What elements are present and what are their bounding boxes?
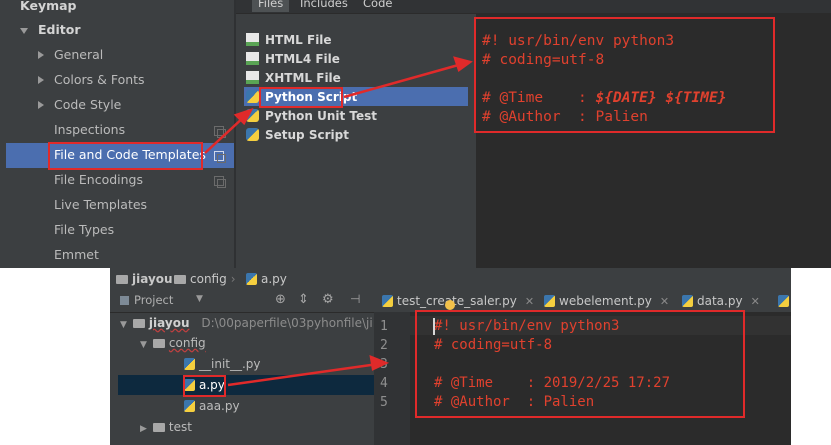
- annotation-arrow: [227, 362, 379, 387]
- annotation-arrow: [204, 115, 246, 154]
- annotation-arrow: [343, 62, 463, 99]
- annotation-arrowhead: [453, 56, 473, 73]
- annotation-arrows: [204, 56, 473, 387]
- annotation-arrowhead: [369, 355, 390, 371]
